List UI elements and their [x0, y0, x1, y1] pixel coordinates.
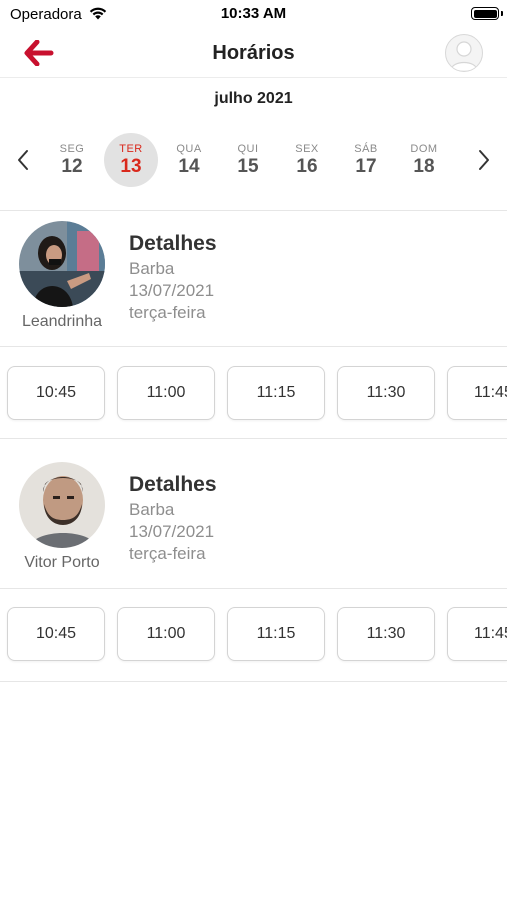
clock: 10:33 AM	[220, 5, 287, 22]
day-thu[interactable]: QUI 15	[221, 133, 275, 187]
chevron-right-icon	[479, 150, 489, 170]
day-number: 18	[413, 156, 435, 177]
professional-name: Leandrinha	[21, 313, 103, 330]
time-slot[interactable]: 11:15	[227, 366, 325, 420]
day-label: SEX	[295, 143, 319, 155]
divider	[0, 438, 507, 439]
battery-icon	[471, 7, 503, 20]
time-slot[interactable]: 10:45	[7, 366, 105, 420]
chevron-left-icon	[18, 150, 28, 170]
divider	[0, 681, 507, 682]
day-sat[interactable]: SÁB 17	[339, 133, 393, 187]
profile-avatar-button[interactable]	[445, 34, 483, 72]
professional-name: Vitor Porto	[24, 554, 100, 571]
professional-card[interactable]: Leandrinha Detalhes Barba 13/07/2021 ter…	[0, 211, 507, 331]
professional-card[interactable]: Vitor Porto Detalhes Barba 13/07/2021 te…	[0, 452, 507, 572]
details-title: Detalhes	[129, 232, 217, 255]
time-slot[interactable]: 11:00	[117, 607, 215, 661]
appointment-weekday: terça-feira	[129, 544, 206, 563]
day-number: 14	[178, 156, 200, 177]
appointment-date: 13/07/2021	[129, 281, 215, 300]
professional-photo	[19, 462, 105, 548]
day-label: DOM	[410, 143, 438, 155]
day-number: 12	[61, 156, 83, 177]
appointment-date: 13/07/2021	[129, 522, 215, 541]
day-tue-selected[interactable]: TER 13	[104, 133, 158, 187]
details-title: Detalhes	[129, 473, 217, 496]
time-slot[interactable]: 11:45	[447, 607, 507, 661]
day-number: 13	[120, 156, 142, 177]
next-week-button[interactable]	[473, 146, 495, 174]
previous-week-button[interactable]	[12, 146, 34, 174]
time-slot[interactable]: 11:30	[337, 366, 435, 420]
time-slot[interactable]: 10:45	[7, 607, 105, 661]
day-mon[interactable]: SEG 12	[45, 133, 99, 187]
time-slot[interactable]: 11:15	[227, 607, 325, 661]
time-slot[interactable]: 11:00	[117, 366, 215, 420]
divider	[0, 588, 507, 589]
day-sun[interactable]: DOM 18	[397, 133, 451, 187]
day-label: TER	[119, 143, 143, 155]
month-label: julho 2021	[214, 90, 293, 107]
user-icon	[450, 41, 478, 71]
professional-photo	[19, 221, 105, 307]
day-label: SEG	[59, 143, 85, 155]
day-number: 15	[237, 156, 259, 177]
day-label: SÁB	[354, 143, 378, 155]
day-fri[interactable]: SEX 16	[280, 133, 334, 187]
day-label: QUI	[237, 143, 259, 155]
day-number: 16	[296, 156, 318, 177]
service-name: Barba	[129, 500, 175, 519]
day-number: 17	[355, 156, 377, 177]
status-bar: Operadora 10:33 AM	[0, 0, 507, 30]
day-wed[interactable]: QUA 14	[162, 133, 216, 187]
appointment-weekday: terça-feira	[129, 303, 206, 322]
page-title: Horários	[212, 42, 295, 64]
divider	[0, 346, 507, 347]
day-label: QUA	[176, 143, 202, 155]
time-slot[interactable]: 11:45	[447, 366, 507, 420]
nav-bar: Horários	[0, 30, 507, 78]
service-name: Barba	[129, 259, 175, 278]
time-slot[interactable]: 11:30	[337, 607, 435, 661]
